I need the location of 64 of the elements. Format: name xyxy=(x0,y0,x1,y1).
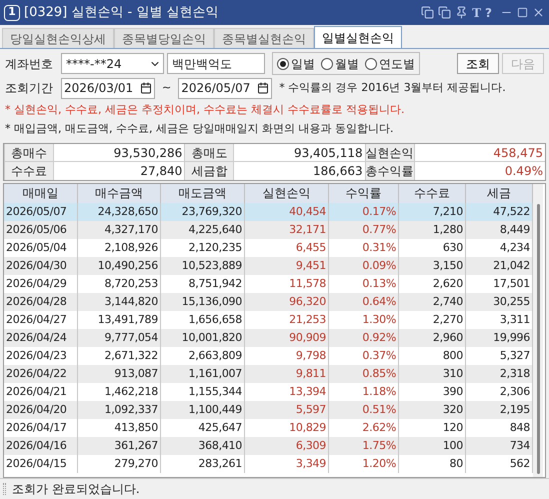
summary-value: 93,405,118 xyxy=(292,145,364,161)
window-title: [0329] 실현손익 - 일별 실현손익 xyxy=(24,4,218,22)
query-button[interactable]: 조회 xyxy=(457,53,499,74)
calendar-icon[interactable] xyxy=(140,82,152,94)
tab[interactable]: 종목별실현손익 xyxy=(214,28,314,48)
calendar-icon[interactable] xyxy=(257,82,270,94)
table-row[interactable]: 2026/05/06 4,327,170 4,225,640 32,171 0.77% 1,280 8,449 xyxy=(4,221,533,239)
period-radio[interactable]: 일별 xyxy=(277,54,315,72)
table-row[interactable]: 2026/05/04 2,108,926 2,120,235 6,455 0.31% 630 4,234 xyxy=(4,239,533,257)
notice-text: * 매입금액, 매도금액, 수수료, 세금은 당일매매일지 화면의 내용과 동일합니다. xyxy=(5,121,394,137)
table-cell: 283,261 xyxy=(161,455,245,473)
table-row[interactable]: 2026/04/21 1,462,218 1,155,344 13,394 1.18% 390 2,306 xyxy=(4,383,533,401)
start-date-field[interactable]: 2026/03/01 xyxy=(61,78,155,98)
summary-label: 실현손익 xyxy=(364,144,415,161)
table-row[interactable]: 2026/04/29 8,720,253 8,751,942 11,578 0.13% 2,620 17,501 xyxy=(4,275,533,293)
tool-button[interactable]: T xyxy=(472,4,482,22)
help-button[interactable]: ? xyxy=(485,4,492,22)
table-row[interactable]: 2026/04/24 9,777,054 10,001,820 90,909 0.92% 2,960 19,996 xyxy=(4,329,533,347)
scrollbar[interactable] xyxy=(533,184,543,477)
table-row[interactable]: 2026/04/28 3,144,820 15,136,090 96,320 0.64% 2,740 30,255 xyxy=(4,293,533,311)
pin-icon[interactable] xyxy=(455,6,468,19)
account-select[interactable]: ****-**24 xyxy=(61,53,164,74)
tab[interactable]: 일별실현손익 xyxy=(314,26,402,48)
status-message: 조회가 완료되었습니다. xyxy=(12,481,140,498)
summary-value: 27,840 xyxy=(139,163,184,180)
range-separator: ~ xyxy=(161,80,172,96)
table-cell: 279,270 xyxy=(78,455,161,473)
table-cell: 80 xyxy=(399,455,466,473)
table-row[interactable]: 2026/04/16 361,267 368,410 6,309 1.75% 100 734 xyxy=(4,437,533,455)
period-radio[interactable]: 연도별 xyxy=(365,54,415,72)
table-cell: 2026/04/15 xyxy=(4,455,78,473)
tab[interactable]: 당일실현손익상세 xyxy=(2,28,114,48)
table-row[interactable]: 2026/04/20 1,092,337 1,100,449 5,597 0.51% 320 2,195 xyxy=(4,401,533,419)
account-name-field: 백만백억도 xyxy=(167,53,265,74)
table-row[interactable]: 2026/04/27 13,491,789 1,656,658 21,253 1.30% 2,270 3,311 xyxy=(4,311,533,329)
copy-icon[interactable] xyxy=(438,6,452,19)
table-cell: 1.20% xyxy=(329,455,399,473)
table-row[interactable]: 2026/04/22 913,087 1,161,007 9,811 0.85% 310 2,318 xyxy=(4,365,533,383)
window-number: 1 xyxy=(4,4,20,20)
period-radio[interactable]: 월별 xyxy=(321,54,359,72)
summary-label: 세금합 xyxy=(184,162,234,180)
maximize-icon[interactable] xyxy=(517,7,528,18)
close-icon[interactable] xyxy=(532,6,545,19)
summary-value: 93,530,286 xyxy=(112,145,184,161)
grip-icon xyxy=(3,483,6,495)
end-date-field[interactable]: 2026/05/07 xyxy=(178,78,272,98)
summary-label: 수수료 xyxy=(4,162,54,180)
table-row[interactable]: 2026/04/23 2,671,322 2,663,809 9,798 0.37% 800 5,327 xyxy=(4,347,533,365)
summary-value: 458,475 xyxy=(492,145,544,161)
table-row[interactable]: 2026/04/15 279,270 283,261 3,349 1.20% 80 562 xyxy=(4,455,533,473)
notice-text: * 실현손익, 수수료, 세금은 추정치이며, 수수료는 체결시 수수료률로 적용됩니다. xyxy=(5,102,406,118)
table-row[interactable]: 2026/04/30 10,490,256 10,523,889 9,451 0.09% 3,150 21,042 xyxy=(4,257,533,275)
table-cell: 3,349 xyxy=(245,455,329,473)
table-row[interactable]: 2026/05/07 24,328,650 23,769,320 40,454 0.17% 7,210 47,522 xyxy=(4,203,533,221)
tab[interactable]: 종목별당일손익 xyxy=(114,28,214,48)
summary-label: 총매수 xyxy=(4,144,54,161)
summary-value: 186,663 xyxy=(312,163,364,180)
summary-label: 총수익률 xyxy=(364,162,415,180)
period-label: 조회기간 xyxy=(5,80,54,97)
account-label: 계좌번호 xyxy=(5,56,54,72)
summary-value: 0.49% xyxy=(504,163,544,180)
table-row[interactable]: 2026/04/17 413,850 425,647 10,829 2.62% 120 848 xyxy=(4,419,533,437)
summary-label: 총매도 xyxy=(184,144,234,161)
yield-note: * 수익률의 경우 2016년 3월부터 제공됩니다. xyxy=(279,80,506,96)
